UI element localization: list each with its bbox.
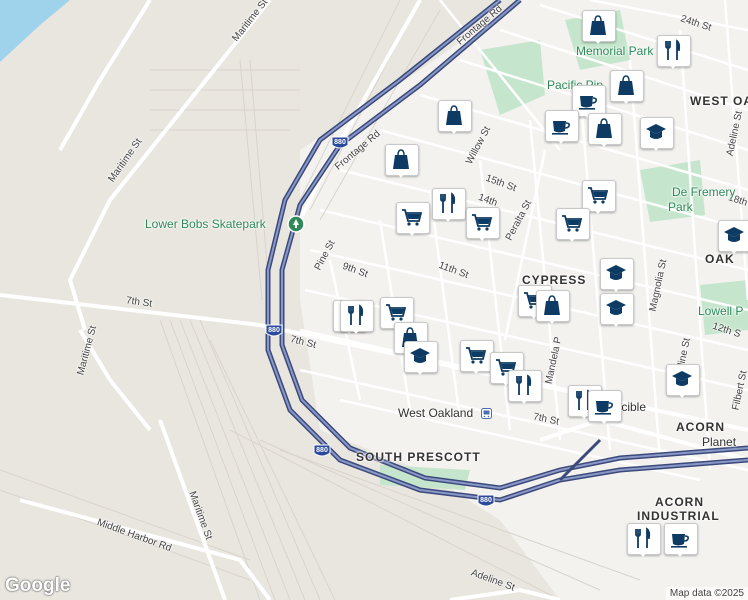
neighborhood-label: ACORN bbox=[655, 495, 704, 509]
map-marker[interactable] bbox=[600, 293, 634, 327]
i-880-shield: 880 bbox=[265, 324, 283, 338]
map-marker[interactable] bbox=[588, 390, 622, 424]
map-marker[interactable] bbox=[460, 340, 494, 374]
poi-label: Memorial Park bbox=[576, 44, 654, 58]
fork-knife-icon bbox=[440, 192, 456, 213]
map-marker[interactable] bbox=[600, 258, 634, 292]
map-marker[interactable] bbox=[396, 202, 430, 236]
map-marker[interactable] bbox=[610, 70, 644, 104]
shopping-bag-icon bbox=[446, 105, 462, 125]
shopping-cart-icon bbox=[466, 347, 487, 364]
i-880-shield: 880 bbox=[313, 444, 331, 458]
i-880-shield: 880 bbox=[477, 494, 495, 508]
graduation-cap-icon bbox=[724, 227, 744, 242]
shopping-cart-icon bbox=[386, 304, 407, 321]
neighborhood-label: ACORN bbox=[676, 420, 725, 434]
shopping-cart-icon bbox=[472, 214, 493, 231]
map-canvas[interactable]: 880 880 880 880 Maritime St Maritime St … bbox=[0, 0, 748, 600]
shopping-cart-icon bbox=[562, 215, 583, 232]
map-marker[interactable] bbox=[640, 117, 674, 151]
map-marker[interactable] bbox=[466, 207, 500, 241]
fork-knife-icon bbox=[348, 304, 364, 325]
coffee-cup-icon bbox=[671, 534, 689, 548]
i-880-shield: 880 bbox=[331, 136, 349, 150]
coffee-cup-icon bbox=[552, 121, 570, 135]
graduation-cap-icon bbox=[606, 300, 626, 315]
map-marker[interactable] bbox=[536, 290, 570, 324]
poi-label: De Fremery bbox=[672, 185, 736, 199]
map-marker[interactable] bbox=[582, 10, 616, 44]
coffee-cup-icon bbox=[579, 96, 597, 110]
map-marker[interactable] bbox=[438, 100, 472, 134]
map-marker[interactable] bbox=[508, 370, 542, 404]
map-marker[interactable] bbox=[664, 523, 698, 557]
map-marker[interactable] bbox=[545, 110, 579, 144]
graduation-cap-icon bbox=[672, 371, 692, 386]
shopping-bag-icon bbox=[544, 295, 560, 315]
map-marker[interactable] bbox=[385, 144, 419, 178]
map-marker[interactable] bbox=[340, 300, 374, 334]
shopping-bag-icon bbox=[590, 15, 606, 35]
google-logo: Google bbox=[5, 575, 71, 596]
graduation-cap-icon bbox=[606, 265, 626, 280]
fork-knife-icon bbox=[516, 374, 532, 395]
poi-label: Park bbox=[668, 200, 693, 214]
map-marker[interactable] bbox=[432, 188, 466, 222]
bay-water bbox=[0, 0, 70, 62]
fork-knife-icon bbox=[665, 39, 681, 60]
map-marker[interactable] bbox=[627, 523, 661, 557]
map-marker[interactable] bbox=[666, 364, 700, 398]
fork-knife-icon bbox=[635, 527, 651, 548]
map-marker[interactable] bbox=[588, 113, 622, 147]
map-marker[interactable] bbox=[556, 208, 590, 242]
map-marker[interactable] bbox=[657, 35, 691, 69]
map-attribution[interactable]: Map data ©2025 bbox=[665, 587, 748, 600]
map-marker[interactable] bbox=[404, 341, 438, 375]
neighborhood-label: SOUTH PRESCOTT bbox=[356, 450, 481, 464]
shopping-bag-icon bbox=[596, 118, 612, 138]
place-label: Planet bbox=[702, 435, 737, 449]
neighborhood-label: WEST OA bbox=[690, 94, 748, 108]
coffee-cup-icon bbox=[595, 401, 613, 415]
shopping-bag-icon bbox=[618, 75, 634, 95]
shopping-cart-icon bbox=[402, 209, 423, 226]
neighborhood-label: INDUSTRIAL bbox=[637, 509, 720, 523]
map-marker[interactable] bbox=[718, 220, 748, 254]
train-station-icon[interactable] bbox=[481, 408, 492, 419]
poi-label: Lower Bobs Skatepark bbox=[145, 217, 266, 231]
shopping-cart-icon bbox=[588, 187, 609, 204]
shopping-bag-icon bbox=[393, 149, 409, 169]
park-pin-icon[interactable] bbox=[287, 215, 305, 233]
graduation-cap-icon bbox=[410, 348, 430, 363]
neighborhood-label: OAK bbox=[705, 252, 735, 266]
poi-label: Lowell P bbox=[698, 304, 744, 318]
graduation-cap-icon bbox=[646, 124, 666, 139]
station-label: West Oakland bbox=[398, 406, 474, 420]
